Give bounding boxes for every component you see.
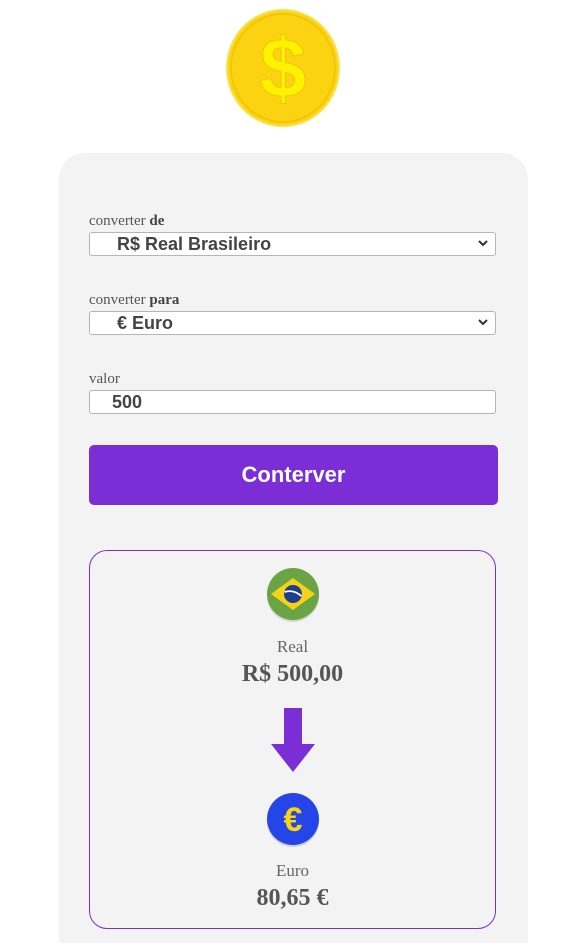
result-panel: Real R$ 500,00 € Euro 80,65 € bbox=[89, 550, 496, 929]
from-currency-select[interactable]: R$ Real Brasileiro bbox=[89, 232, 496, 256]
chevron-down-icon bbox=[478, 240, 488, 247]
from-currency-name: Real bbox=[276, 637, 309, 656]
to-currency-value: € Euro bbox=[117, 313, 174, 333]
to-currency-select[interactable]: € Euro bbox=[89, 311, 496, 335]
euro-symbol: € bbox=[284, 801, 303, 839]
value-label: valor bbox=[89, 371, 120, 387]
to-label-strong: para bbox=[149, 292, 180, 308]
chevron-down-icon bbox=[478, 319, 488, 326]
to-label: converter para bbox=[89, 291, 179, 309]
convert-button[interactable]: Conterver bbox=[89, 445, 498, 505]
converter-card: converter de R$ Real Brasileiro converte… bbox=[59, 153, 528, 943]
from-label-prefix: converter bbox=[89, 213, 146, 229]
from-label: converter de bbox=[89, 212, 164, 230]
arrow-down-icon bbox=[271, 708, 315, 772]
brazil-flag-icon bbox=[267, 568, 319, 622]
from-currency-value: R$ Real Brasileiro bbox=[117, 234, 272, 254]
from-label-strong: de bbox=[149, 213, 165, 229]
dollar-symbol: $ bbox=[260, 21, 307, 115]
to-currency-name: Euro bbox=[275, 861, 310, 880]
to-currency-amount: 80,65 € bbox=[256, 885, 329, 911]
value-input[interactable]: 500 bbox=[89, 390, 496, 414]
dollar-coin-icon: $ bbox=[226, 9, 340, 127]
euro-coin-icon: € bbox=[267, 793, 319, 847]
to-label-prefix: converter bbox=[89, 292, 146, 308]
from-currency-amount: R$ 500,00 bbox=[241, 661, 344, 687]
